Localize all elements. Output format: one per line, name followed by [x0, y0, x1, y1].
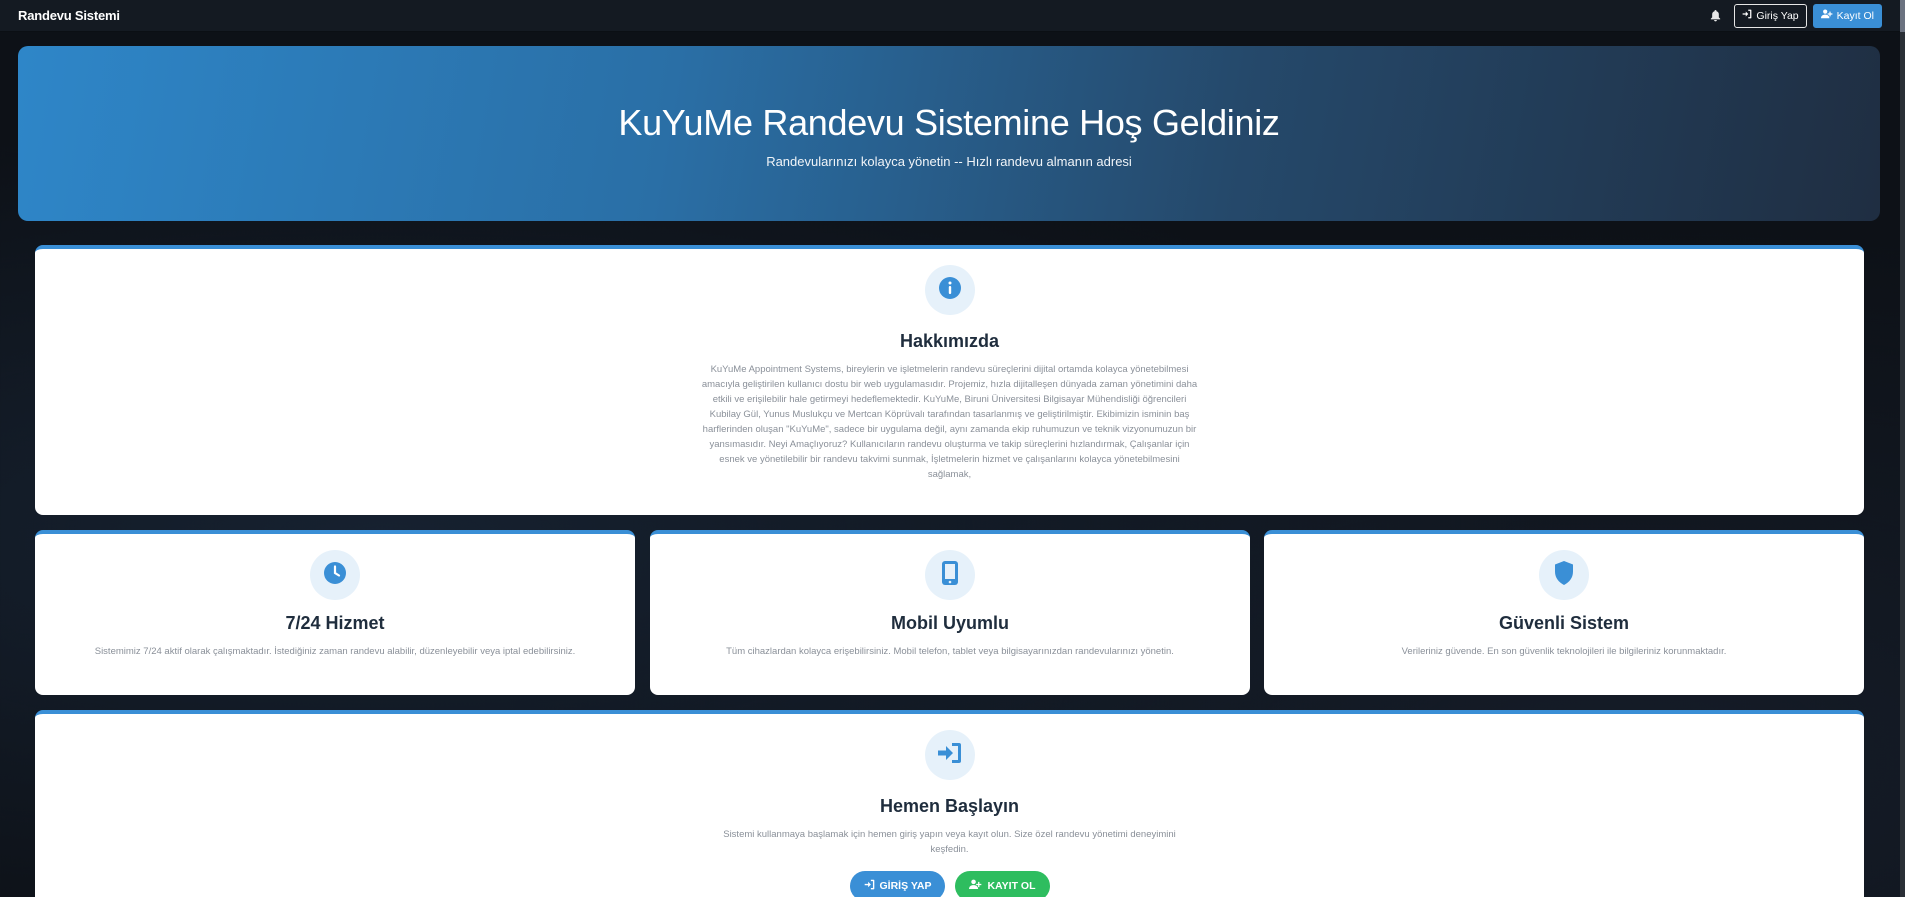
start-login-button[interactable]: GİRİŞ YAP [849, 871, 946, 897]
feature-text: Sistemimiz 7/24 aktif olarak çalışmaktad… [94, 646, 576, 657]
start-text: Sistemi kullanmaya başlamak için hemen g… [723, 829, 1176, 855]
navbar-login-button[interactable]: Giriş Yap [1734, 3, 1807, 28]
feature-text: Verileriniz güvende. En son güvenlik tek… [1401, 646, 1727, 657]
scrollbar-thumb[interactable] [1900, 0, 1905, 32]
about-text: KuYuMe Appointment Systems, bireylerin v… [701, 364, 1198, 480]
navbar-actions: Giriş Yap Kayıt Ol [1706, 3, 1882, 28]
navbar-login-label: Giriş Yap [1756, 9, 1799, 22]
info-icon [938, 276, 962, 305]
user-plus-icon [969, 879, 982, 893]
clock-icon [323, 561, 347, 590]
start-login-label: GİRİŞ YAP [879, 880, 932, 892]
about-icon-badge [924, 265, 975, 315]
hero-subtitle: Randevularınızı kolayca yönetin -- Hızlı… [766, 154, 1132, 169]
feature-icon-badge [310, 550, 360, 600]
bell-icon[interactable] [1706, 7, 1724, 25]
navbar-register-button[interactable]: Kayıt Ol [1812, 3, 1882, 28]
feature-icon-badge [925, 550, 975, 600]
start-register-label: KAYIT OL [987, 880, 1036, 892]
navbar-register-label: Kayıt Ol [1836, 9, 1874, 22]
get-started-card: Hemen Başlayın Sistemi kullanmaya başlam… [35, 710, 1864, 897]
shield-icon [1553, 560, 1575, 591]
start-register-button[interactable]: KAYIT OL [955, 871, 1050, 897]
feature-card-mobile: Mobil Uyumlu Tüm cihazlardan kolayca eri… [650, 530, 1250, 695]
top-navbar: Randevu Sistemi Giriş Yap Kayıt Ol [0, 0, 1900, 32]
about-title: Hakkımızda [899, 331, 1000, 351]
scrollbar-track[interactable] [1900, 0, 1905, 897]
feature-title: Mobil Uyumlu [891, 613, 1009, 633]
feature-text: Tüm cihazlardan kolayca erişebilirsiniz.… [726, 646, 1174, 657]
hero-title: KuYuMe Randevu Sistemine Hoş Geldiniz [618, 102, 1280, 143]
sign-in-icon [864, 879, 875, 893]
sign-in-icon [937, 741, 963, 770]
start-title: Hemen Başlayın [879, 796, 1020, 816]
start-icon-badge [924, 730, 975, 780]
feature-icon-badge [1539, 550, 1589, 600]
feature-title: Güvenli Sistem [1498, 613, 1630, 633]
start-actions: GİRİŞ YAP KAYIT OL [849, 871, 1050, 897]
feature-card-security: Güvenli Sistem Verileriniz güvende. En s… [1264, 530, 1864, 695]
brand-logo-text[interactable]: Randevu Sistemi [18, 8, 120, 23]
hero-banner: KuYuMe Randevu Sistemine Hoş Geldiniz Ra… [18, 46, 1880, 221]
about-card: Hakkımızda KuYuMe Appointment Systems, b… [35, 245, 1864, 515]
sign-in-icon [1742, 9, 1752, 22]
feature-title: 7/24 Hizmet [285, 613, 385, 633]
mobile-icon [941, 560, 959, 591]
user-plus-icon [1820, 9, 1833, 22]
feature-card-service: 7/24 Hizmet Sistemimiz 7/24 aktif olarak… [35, 530, 635, 695]
